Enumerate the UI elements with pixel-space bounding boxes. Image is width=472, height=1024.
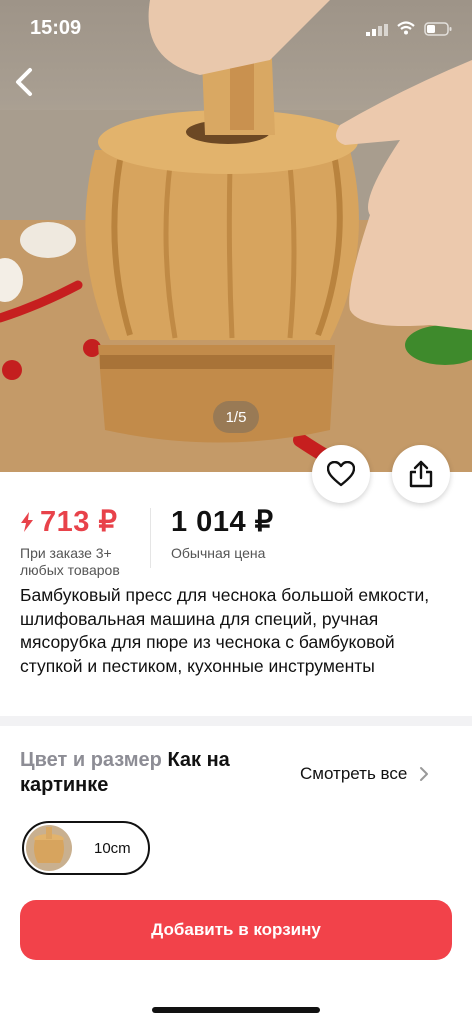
product-image-gallery[interactable]: 15:09 1/5 (0, 0, 472, 472)
battery-icon (424, 22, 452, 36)
wifi-icon (397, 21, 415, 35)
price-divider (150, 508, 151, 568)
image-counter: 1/5 (213, 401, 259, 433)
variant-thumbnail (26, 825, 72, 871)
section-separator (0, 716, 472, 726)
chevron-left-icon (16, 68, 32, 96)
see-all-label: Смотреть все (300, 764, 408, 783)
variant-option-10cm[interactable]: 10cm (22, 821, 150, 875)
options-heading: Цвет и размер Как на картинке (20, 748, 260, 798)
back-button[interactable] (8, 64, 44, 100)
product-title: Бамбуковый пресс для чеснока большой емк… (20, 585, 430, 676)
variant-label: 10cm (94, 839, 131, 857)
regular-price: 1 014 ₽ (171, 506, 274, 538)
home-indicator (152, 1007, 320, 1013)
share-icon (409, 460, 433, 488)
sale-price: 713 ₽ (20, 504, 145, 539)
status-time: 15:09 (30, 17, 82, 39)
status-bar: 15:09 (0, 0, 472, 60)
chevron-right-icon (420, 767, 429, 781)
regular-price-block: 1 014 ₽ Обычная цена (171, 504, 274, 561)
heart-icon (327, 461, 355, 487)
regular-price-note: Обычная цена (171, 545, 266, 561)
add-to-cart-button[interactable]: Добавить в корзину (20, 900, 452, 960)
cellular-signal-icon (366, 24, 388, 36)
see-all-link[interactable]: Смотреть все (300, 764, 429, 784)
share-button[interactable] (392, 445, 450, 503)
sale-price-note: При заказе 3+ любых товаров (20, 545, 120, 578)
favorite-button[interactable] (312, 445, 370, 503)
options-label: Цвет и размер (20, 749, 162, 771)
sale-price-value: 713 ₽ (40, 506, 118, 538)
lightning-icon (21, 511, 33, 532)
sale-price-block: 713 ₽ При заказе 3+ любых товаров (20, 504, 145, 579)
